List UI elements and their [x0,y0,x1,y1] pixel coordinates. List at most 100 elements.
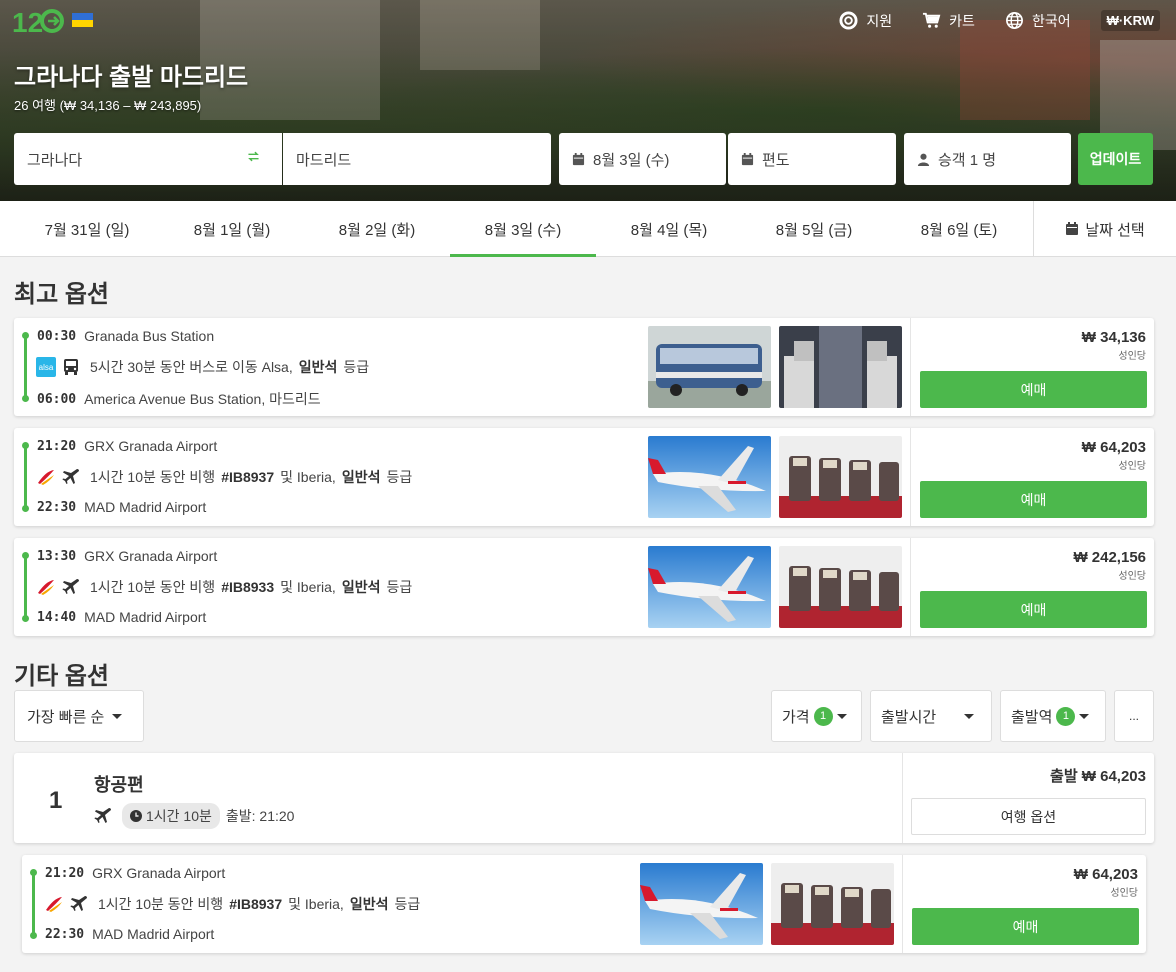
alsa-logo-icon: alsa [36,357,56,377]
return-field[interactable]: 편도 [728,133,896,185]
sort-select[interactable]: 가장 빠른 순 [14,690,144,742]
trip-card[interactable]: 21:20 GRX Granada Airport 1시간 10분 동안 비행 … [22,855,1146,953]
price-box: ₩ 242,156 성인당 예매 [910,538,1154,636]
departure-row: 21:20 GRX Granada Airport [37,438,217,454]
book-button[interactable]: 예매 [912,908,1139,945]
trip-description: 1시간 10분 동안 비행 #IB8937 및 Iberia, 일반석 등급 [36,467,412,487]
calendar-icon [572,152,585,165]
arrival-station: MAD Madrid Airport [92,926,215,942]
support-link[interactable]: 지원 [839,11,892,31]
to-field[interactable]: 마드리드 [283,133,551,185]
price-filter[interactable]: 가격 1 [771,690,862,742]
date-tab[interactable]: 8월 5일 (금) [741,201,887,257]
date-tab[interactable]: 8월 6일 (토) [886,201,1032,257]
iberia-logo-icon [36,577,56,597]
price-box: ₩ 64,203 성인당 예매 [910,428,1154,526]
price: ₩ 242,156 [1073,549,1146,566]
date-tab[interactable]: 8월 2일 (화) [304,201,450,257]
bus-icon [64,359,78,375]
group-price-box: 출발 ₩ 64,203 여행 옵션 [902,753,1154,843]
class-text: 일반석 [341,579,381,595]
sort-label: 가장 빠른 순 [27,708,105,726]
cabin-photo[interactable] [779,436,902,518]
departure-time: 00:30 [37,328,77,344]
trip-description: alsa 5시간 30분 동안 버스로 이동 Alsa, 일반석 등급 [36,357,369,377]
departure-row: 00:30 Granada Bus Station [37,328,214,344]
class-suffix: 등급 [394,896,421,912]
arrival-station: MAD Madrid Airport [84,609,207,625]
plane-icon [94,808,111,823]
trip-card[interactable]: 00:30 Granada Bus Station alsa 5시간 30분 동… [14,318,1154,416]
price-filter-label: 가격 [782,708,810,726]
departure-row: 21:20 GRX Granada Airport [45,865,225,881]
trip-description: 1시간 10분 동안 비행 #IB8933 및 Iberia, 일반석 등급 [36,577,412,597]
book-button[interactable]: 예매 [920,591,1147,628]
passengers-field[interactable]: 승객 1 명 [904,133,1071,185]
trip-description: 1시간 10분 동안 비행 #IB8937 및 Iberia, 일반석 등급 [44,894,420,914]
trip-duration-text: 1시간 10분 동안 비행 [98,896,224,912]
price-box: ₩ 64,203 성인당 예매 [902,855,1146,953]
arrival-row: 22:30 MAD Madrid Airport [45,926,214,942]
class-text: 일반석 [349,896,389,912]
timeline [22,552,29,622]
departure-time: 21:20 [37,438,77,454]
date-tab[interactable]: 8월 1일 (월) [159,201,305,257]
arrival-row: 14:40 MAD Madrid Airport [37,609,206,625]
to-value: 마드리드 [296,151,352,169]
svg-text:12: 12 [12,7,43,38]
flight-number: #IB8937 [221,469,275,485]
date-tab[interactable]: 8월 4일 (목) [596,201,742,257]
cart-label: 카트 [949,12,975,29]
cart-icon [923,12,941,28]
swap-icon[interactable] [247,150,260,163]
trip-group[interactable]: 1 항공편 1시간 10분 출발: 21:20 출발 ₩ 64,203 여행 옵… [14,753,1154,843]
plane-icon [62,579,79,594]
date-tab[interactable]: 7월 31일 (일) [14,201,160,257]
iberia-logo-icon [44,894,64,914]
plane-photo[interactable] [648,436,771,518]
date-picker-button[interactable]: 날짜 선택 [1033,201,1176,257]
more-filters-button[interactable]: ... [1114,690,1154,742]
departure-time-filter[interactable]: 출발시간 [870,690,992,742]
cabin-photo[interactable] [771,863,894,945]
date-tab-active[interactable]: 8월 3일 (수) [450,201,596,257]
currency-selector[interactable]: ₩·KRW [1100,10,1160,31]
logo-icon[interactable]: 12 [12,4,64,38]
caret-down-icon [112,713,123,719]
ukraine-flag-icon [72,13,93,27]
per-adult: 성인당 [1110,888,1138,899]
update-button[interactable]: 업데이트 [1078,133,1153,185]
book-button[interactable]: 예매 [920,371,1147,408]
bus-photo[interactable] [648,326,771,408]
trip-card[interactable]: 13:30 GRX Granada Airport 1시간 10분 동안 비행 … [14,538,1154,636]
trip-card[interactable]: 21:20 GRX Granada Airport 1시간 10분 동안 비행 … [14,428,1154,526]
language-selector[interactable]: 한국어 [1005,11,1071,31]
price: ₩ 34,136 [1081,329,1146,346]
book-button[interactable]: 예매 [920,481,1147,518]
arrival-station: MAD Madrid Airport [84,499,207,515]
class-text: 일반석 [298,359,338,375]
departure-filter-label: 출발시간 [881,708,937,726]
support-label: 지원 [866,12,893,29]
timeline [22,332,29,402]
trip-summary: 26 여행 (₩ 34,136 – ₩ 243,895) [14,98,202,113]
plane-photo[interactable] [648,546,771,628]
date-tabs: 7월 31일 (일) 8월 1일 (월) 8월 2일 (화) 8월 3일 (수)… [0,201,1176,257]
from-field[interactable]: 그라나다 [14,133,282,185]
date-picker-label: 날짜 선택 [1085,221,1145,239]
timeline [30,869,37,939]
bus-interior-photo[interactable] [779,326,902,408]
best-options-title: 최고 옵션 [14,281,109,308]
iberia-logo-icon [36,467,56,487]
group-number: 1 [49,787,63,814]
timeline [22,442,29,512]
station-filter[interactable]: 출발역 1 [1000,690,1106,742]
date-field[interactable]: 8월 3일 (수) [559,133,726,185]
cabin-photo[interactable] [779,546,902,628]
caret-down-icon [1079,713,1090,719]
trip-options-button[interactable]: 여행 옵션 [911,798,1146,835]
price-box: ₩ 34,136 성인당 예매 [910,318,1154,416]
globe-icon [1005,12,1023,29]
plane-photo[interactable] [640,863,763,945]
cart-link[interactable]: 카트 [922,11,975,31]
